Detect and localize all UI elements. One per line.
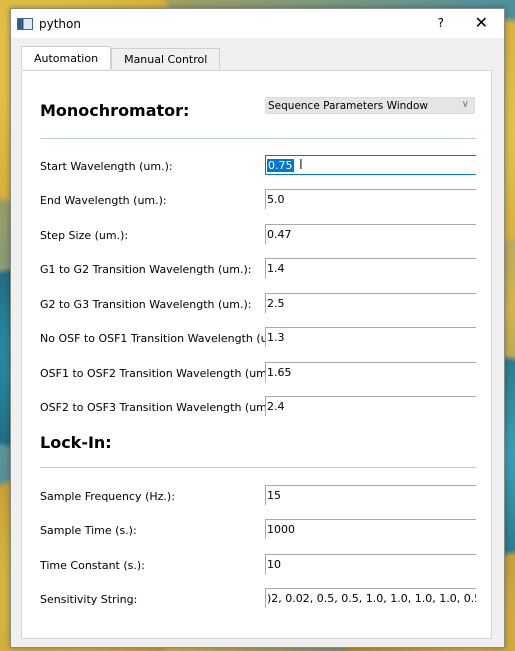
automation-pane: Monochromator: Sequence Parameters Windo… <box>21 70 492 639</box>
text-cursor-icon: I <box>299 158 303 173</box>
window-title: python <box>39 16 81 31</box>
osf1-to-osf2-transition-input[interactable]: 1.65 <box>265 362 476 382</box>
start-wavelength-input[interactable]: 0.75 I <box>265 155 476 175</box>
start-wavelength-value: 0.75 <box>267 158 294 172</box>
time-constant-input[interactable]: 10 <box>265 554 476 574</box>
time-constant-label: Time Constant (s.): <box>40 559 145 572</box>
osf2-to-osf3-transition-label: OSF2 to OSF3 Transition Wavelength (um.)… <box>40 401 279 414</box>
main-window: python ? ✕ Automation Manual Control Mon… <box>10 8 505 648</box>
window-select[interactable]: Sequence Parameters Window ∨ <box>265 97 475 114</box>
osf-to-osf1-transition-input[interactable]: 1.3 <box>265 327 476 347</box>
lockin-title: Lock-In: <box>40 433 112 452</box>
monochromator-separator <box>40 138 476 139</box>
tab-bar: Automation Manual Control <box>21 46 221 70</box>
window-select-value: Sequence Parameters Window <box>268 99 428 112</box>
g2-g3-transition-input[interactable]: 2.5 <box>265 293 476 313</box>
osf-to-osf1-transition-label: No OSF to OSF1 Transition Wavelength (um… <box>40 332 290 345</box>
g2-g3-transition-label: G2 to G3 Transition Wavelength (um.): <box>40 298 252 311</box>
step-size-label: Step Size (um.): <box>40 229 129 242</box>
end-wavelength-input[interactable]: 5.0 <box>265 189 476 209</box>
sample-time-input[interactable]: 1000 <box>265 519 476 539</box>
close-button[interactable]: ✕ <box>475 13 488 32</box>
sensitivity-string-input[interactable]: )2, 0.02, 0.5, 0.5, 1.0, 1.0, 1.0, 1.0, … <box>265 588 476 608</box>
monochromator-title: Monochromator: <box>40 101 190 120</box>
osf1-to-osf2-transition-label: OSF1 to OSF2 Transition Wavelength (um.)… <box>40 367 279 380</box>
tab-manual-control[interactable]: Manual Control <box>111 48 221 69</box>
lockin-separator <box>40 467 476 468</box>
app-icon <box>17 17 33 30</box>
tab-automation[interactable]: Automation <box>21 46 112 69</box>
g1-g2-transition-label: G1 to G2 Transition Wavelength (um.): <box>40 263 252 276</box>
sample-frequency-label: Sample Frequency (Hz.): <box>40 490 175 503</box>
start-wavelength-label: Start Wavelength (um.): <box>40 160 173 173</box>
osf2-to-osf3-transition-input[interactable]: 2.4 <box>265 396 476 416</box>
end-wavelength-label: End Wavelength (um.): <box>40 194 167 207</box>
sample-time-label: Sample Time (s.): <box>40 524 137 537</box>
g1-g2-transition-input[interactable]: 1.4 <box>265 258 476 278</box>
sensitivity-string-label: Sensitivity String: <box>40 593 138 606</box>
title-bar[interactable]: python ? ✕ <box>11 9 504 38</box>
help-button[interactable]: ? <box>438 16 444 30</box>
chevron-down-icon: ∨ <box>461 99 469 110</box>
sample-frequency-input[interactable]: 15 <box>265 485 476 505</box>
step-size-input[interactable]: 0.47 <box>265 224 476 244</box>
